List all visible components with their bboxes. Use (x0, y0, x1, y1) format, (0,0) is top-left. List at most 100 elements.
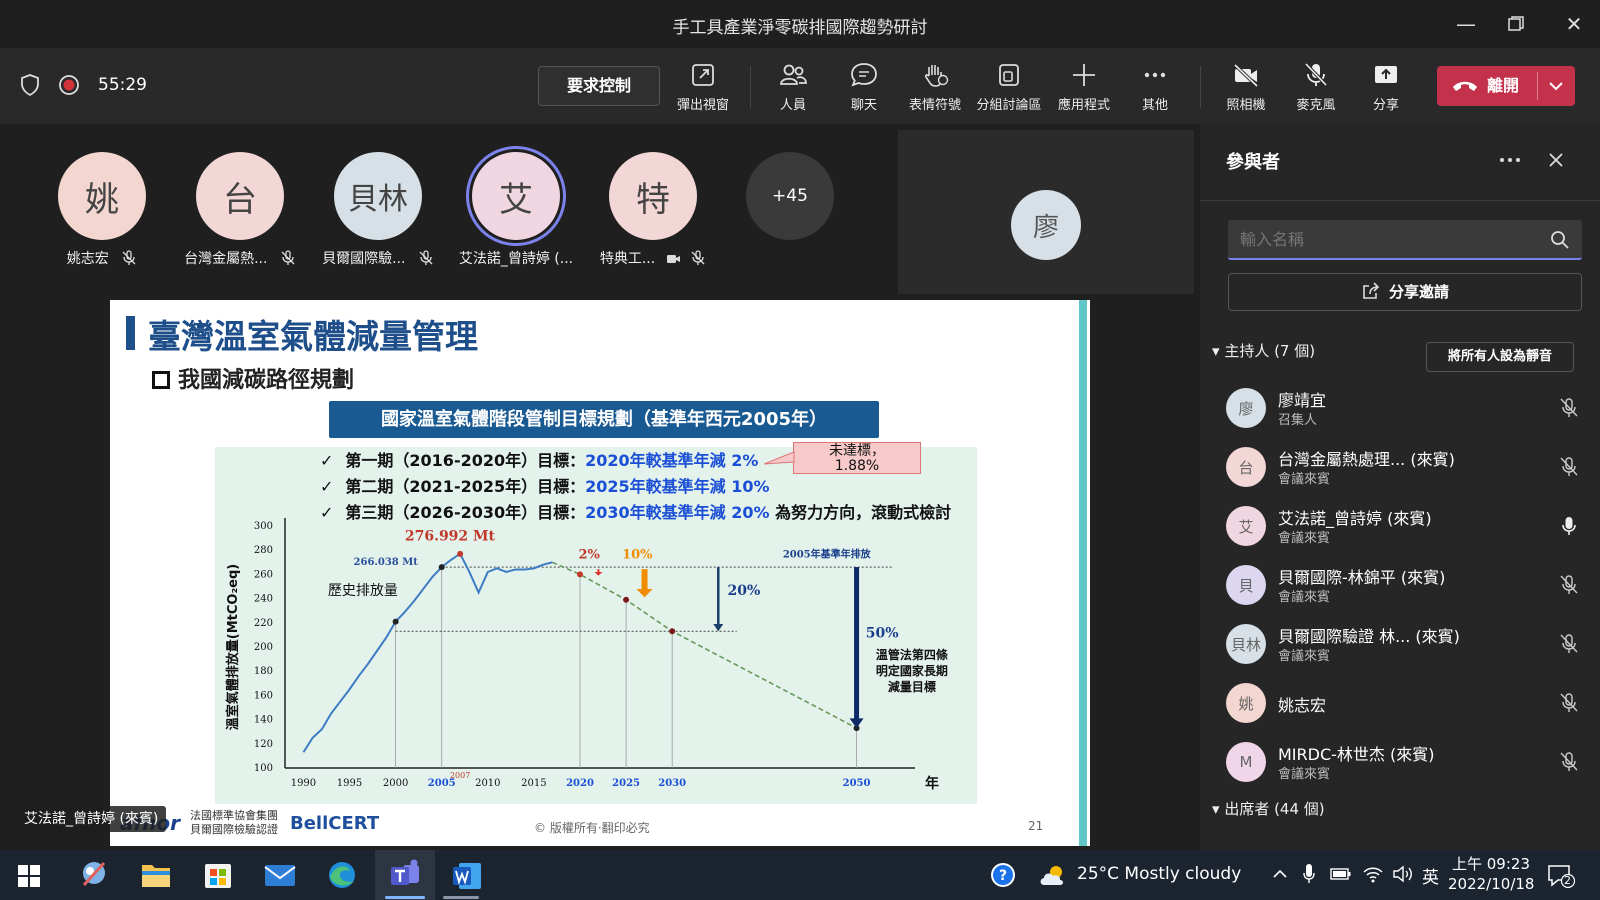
slide-subtitle: 我國減碳路徑規劃 (152, 362, 354, 394)
mic-off-icon[interactable] (1558, 456, 1580, 478)
baseline-year-label: 2005年基準年排放 (783, 547, 872, 560)
participant-row[interactable]: 貝林 貝爾國際驗證 林... (來賓) 會議來賓 (1226, 619, 1586, 669)
request-control-button[interactable]: 要求控制 (538, 66, 660, 106)
battery-icon[interactable] (1330, 867, 1352, 881)
attendees-group-header[interactable]: ▾ 出席者 (44 個) (1212, 798, 1325, 819)
more-options-icon[interactable] (1498, 152, 1522, 168)
chevron-down-icon[interactable] (1547, 79, 1565, 93)
participant-row[interactable]: 艾艾法諾_曾詩婷 (來賓) 會議來賓 (1226, 501, 1586, 551)
participant-row[interactable]: 貝貝爾國際-林錦平 (來賓) 會議來賓 (1226, 560, 1586, 610)
overflow-count: +45 (746, 152, 834, 240)
y-tick-label: 180 (254, 666, 273, 677)
share-invite-button[interactable]: 分享邀請 (1228, 273, 1582, 311)
search-icon[interactable] (1550, 230, 1570, 250)
participant-tile[interactable]: 特 特典工... (588, 152, 718, 268)
store-icon[interactable] (194, 855, 242, 895)
wifi-icon[interactable] (1362, 865, 1384, 883)
participant-tile[interactable]: 姚 姚志宏 (37, 152, 167, 268)
participant-name: 貝爾國際-林錦平 (來賓) (1278, 568, 1446, 587)
chat-button[interactable]: 聊天 (829, 62, 899, 113)
y-tick-label: 240 (254, 594, 273, 605)
more-label: 其他 (1141, 98, 1168, 113)
avatar: 貝林 (1226, 624, 1266, 664)
teams-icon[interactable] (381, 855, 429, 895)
search-field[interactable] (1228, 220, 1582, 260)
reactions-label: 表情符號 (908, 98, 961, 113)
volume-icon[interactable] (1392, 865, 1414, 883)
hosts-group-header[interactable]: ▾ 主持人 (7 個) (1212, 340, 1315, 361)
mic-off-icon[interactable] (1558, 692, 1580, 714)
leave-label: 離開 (1487, 76, 1520, 95)
edge-icon[interactable] (318, 855, 366, 895)
participant-tile[interactable]: 台 台灣金屬熱... (175, 152, 305, 268)
pct-2-label: 2% (579, 548, 601, 563)
mic-off-icon[interactable] (1558, 397, 1580, 419)
people-button[interactable]: 人員 (758, 62, 828, 131)
emissions-chart: 100 120 140 160 180 200 220 240 260 280 300 1990 199… (225, 518, 949, 792)
file-explorer-icon[interactable] (132, 855, 180, 895)
y-tick-label: 280 (254, 545, 273, 556)
close-icon[interactable] (1546, 150, 1566, 170)
mic-off-icon (122, 250, 136, 265)
svg-text:?: ? (999, 868, 1007, 884)
participant-row[interactable]: M MIRDC-林世杰 (來賓) 會議來賓 (1226, 737, 1586, 787)
pct-10-label: 10% (622, 548, 653, 563)
search-input[interactable] (1240, 228, 1540, 250)
popout-label: 彈出視窗 (676, 98, 729, 113)
microphone-label: 麥克風 (1296, 98, 1336, 113)
mic-off-icon[interactable] (1558, 574, 1580, 596)
maximize-button[interactable] (1496, 8, 1536, 40)
mic-on-icon[interactable] (1558, 515, 1580, 537)
reactions-button[interactable]: 表情符號 (900, 62, 970, 113)
participant-name: 艾法諾_曾詩婷 (來賓) (1278, 509, 1432, 528)
apps-button[interactable]: 應用程式 (1049, 62, 1119, 113)
chevron-up-icon[interactable] (1272, 867, 1288, 881)
arrow-20-head (713, 624, 724, 632)
snipping-tool-icon[interactable] (70, 855, 118, 895)
close-window-button[interactable]: ✕ (1554, 8, 1594, 40)
ime-indicator[interactable]: 英 (1422, 863, 1439, 888)
clock-date[interactable]: 2022/10/18 (1448, 875, 1534, 893)
pct-50-label: 50% (866, 625, 899, 641)
overflow-participants[interactable]: +45 (725, 152, 855, 240)
microphone-tray-icon[interactable] (1302, 863, 1316, 885)
mute-all-button[interactable]: 將所有人設為靜音 (1426, 342, 1574, 372)
participant-row[interactable]: 廖廖靖宜 召集人 (1226, 383, 1586, 433)
x-tick-label: 2030 (658, 778, 686, 789)
participant-role: 會議來賓 (1278, 649, 1331, 664)
mic-off-icon[interactable] (1558, 633, 1580, 655)
participant-name: 貝爾國際驗證 林... (來賓) (1278, 627, 1460, 646)
share-button[interactable]: 分享 (1351, 62, 1421, 113)
word-icon[interactable] (443, 855, 491, 895)
popout-button[interactable]: 彈出視窗 (668, 62, 738, 113)
windows-start-icon[interactable] (18, 865, 40, 887)
history-label: 歷史排放量 (328, 583, 398, 599)
title-bar: 手工具產業淨零碳排國際趨勢研討 — ✕ (0, 0, 1600, 48)
video-tile[interactable]: 廖 (898, 130, 1194, 294)
x-axis-label: 年 (925, 775, 939, 792)
weather-text[interactable]: 25°C Mostly cloudy (1077, 864, 1241, 884)
mail-icon[interactable] (256, 855, 304, 895)
breakout-rooms-button[interactable]: 分組討論區 (974, 62, 1044, 113)
participant-tile[interactable]: 貝林 貝爾國際驗... (313, 152, 443, 268)
minimize-button[interactable]: — (1446, 8, 1486, 40)
participant-tile-speaking[interactable]: 艾 艾法諾_曾詩婷 (... (451, 152, 581, 268)
avatar: 貝林 (334, 152, 422, 240)
leave-button[interactable]: 離開 (1437, 66, 1575, 106)
microphone-button[interactable]: 麥克風 (1281, 62, 1351, 113)
y-tick-label: 300 (254, 521, 273, 532)
clock-time[interactable]: 上午 09:23 (1452, 853, 1530, 874)
camera-button[interactable]: 照相機 (1211, 62, 1281, 113)
mic-off-icon[interactable] (1558, 751, 1580, 773)
recording-icon (59, 75, 79, 95)
participant-row[interactable]: 台台灣金屬熱處理... (來賓) 會議來賓 (1226, 442, 1586, 492)
help-icon[interactable]: ? (990, 862, 1016, 888)
breakout-rooms-label: 分組討論區 (976, 98, 1042, 113)
notification-icon[interactable] (1546, 863, 1576, 889)
data-point (623, 596, 630, 603)
y-tick-label: 120 (254, 739, 273, 750)
more-button[interactable]: 其他 (1120, 62, 1190, 113)
avatar: 貝 (1226, 565, 1266, 605)
participant-row[interactable]: 姚姚志宏 (1226, 678, 1586, 728)
y-tick-label: 260 (254, 569, 273, 580)
